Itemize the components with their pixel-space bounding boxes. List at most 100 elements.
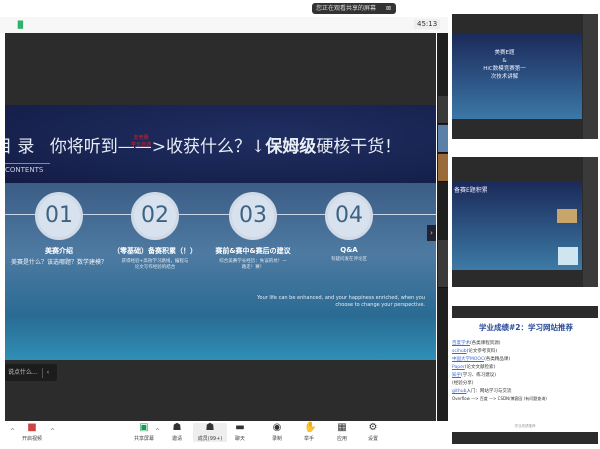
doc-line: Paper(论文文献检索) (452, 364, 495, 370)
settings-button[interactable]: ⚙ 设置 (356, 422, 390, 443)
doc-line: scihub(论文参考资料) (452, 348, 497, 354)
preview-strip (583, 157, 598, 287)
hand-icon: ✋ (304, 422, 317, 433)
notification-close-icon[interactable]: ⊠ (386, 5, 391, 12)
participant-thumb[interactable] (438, 96, 448, 124)
red-tag-line: 学长自述 (131, 142, 152, 148)
doc-text: (各类精品课) (484, 357, 511, 362)
agenda-number: 04 (325, 192, 373, 240)
signal-icon[interactable]: ▐▌ (15, 21, 26, 29)
doc-footer-bar (452, 432, 598, 444)
slide-title-main: 你将听到——>收获什么？↓ (49, 137, 266, 157)
notification-text: 您正在观看共享的屏幕 (316, 5, 377, 12)
doc-link[interactable]: Paper (452, 365, 465, 370)
members-icon: ☗ (205, 422, 215, 433)
doc-text: Overflow —> 百度 —> CSDN/博客园 (有问题查询) (452, 396, 547, 401)
mini-topbar (452, 5, 598, 12)
chat-placeholder[interactable]: 说点什么... (8, 369, 38, 376)
share-label: 共享屏幕 (133, 436, 154, 442)
doc-text: (各类课程资源) (470, 341, 501, 346)
preview-title-line: 次技术讲解 (490, 74, 519, 80)
slide-quote: Your life can be enhanced, and your happ… (257, 295, 425, 308)
agenda-title: Q&A (340, 246, 358, 254)
participant-thumb[interactable] (438, 154, 448, 182)
doc-line: github入门：网站学习与交流 (452, 388, 511, 394)
preview-title: 备赛E题积累 (454, 187, 488, 194)
doc-footer: 学业成绩推荐 (514, 424, 536, 428)
video-caret-icon[interactable]: ^ (50, 428, 55, 435)
raise-hand-button[interactable]: ✋ 举手 (292, 422, 326, 443)
preview-strip (583, 14, 598, 139)
invite-label: 邀请 (171, 436, 182, 442)
members-button[interactable]: ☗ 成员(99+) (193, 423, 227, 442)
agenda: 01 美赛介绍 美赛是什么？该选哪题？数学建模？ 02 （零基础）备赛积累（！） 获得经… (5, 183, 436, 303)
preview-title-line: 美赛E题 (494, 50, 515, 56)
preview-thumbnail-1[interactable]: 美赛E题 & HiC数模竞赛第一 次技术讲解 (452, 14, 598, 139)
doc-line: 中国大学MOOC(各类精品课) (452, 356, 510, 362)
chat-input-pill[interactable]: 说点什么... ‹ (5, 364, 57, 381)
preview-image (557, 209, 577, 223)
preview-title: 美赛E题 & HiC数模竞赛第一 次技术讲解 (477, 49, 532, 81)
doc-text: 入门：网站学习与交流 (466, 389, 512, 394)
video-label: 开启视频 (21, 436, 42, 442)
meeting-top-bar (0, 17, 448, 33)
gear-icon: ⚙ (368, 422, 378, 433)
screen-share-notification: 您正在观看共享的屏幕 ⊠ (312, 3, 396, 14)
preview-title-line: HiC数模竞赛第一 (483, 66, 526, 72)
participant-thumb[interactable] (438, 260, 448, 288)
doc-text: (论文文献检索) (464, 365, 496, 370)
chat-icon: ▬ (235, 422, 245, 433)
doc-link[interactable]: scihub (452, 349, 467, 354)
doc-line: 百度学术(各类课程资源) (452, 340, 501, 346)
doc-header-bar (452, 306, 598, 318)
doc-text: (学习、练习建议) (461, 373, 497, 378)
preview-image (558, 247, 578, 265)
doc-text: (论文参考资料) (466, 349, 498, 354)
doc-link[interactable]: 中国大学MOOC (452, 357, 484, 362)
next-page-arrow[interactable]: › (427, 225, 436, 241)
doc-text: (经验分享) (452, 381, 474, 386)
chat-label: 聊天 (234, 436, 245, 442)
agenda-subtitle: 有疑问发在评论区 (331, 257, 367, 262)
apps-icon: ▦ (337, 422, 347, 433)
record-icon: ◉ (272, 422, 282, 433)
participant-thumb[interactable] (438, 125, 448, 153)
participant-strip[interactable] (437, 33, 448, 421)
members-label: 成员(99+) (197, 436, 223, 442)
share-screen-icon: ▣ (139, 422, 149, 433)
slide-title-end: 硬核干货！ (316, 137, 402, 157)
doc-title: 学业成绩#2：学习网站推荐 (478, 323, 573, 332)
slide-title: 目 录 你将听到——>收获什么？↓保姆级硬核干货！ (5, 132, 401, 157)
apps-label: 应用 (336, 436, 347, 442)
slide-title-left: 目 录 (5, 137, 35, 157)
red-tag-line: 非竞赛 (133, 135, 149, 141)
contents-label: CONTENTS (5, 163, 50, 174)
settings-label: 设置 (367, 436, 378, 442)
red-annotation: 非竞赛 学长自述 (131, 135, 151, 149)
slide-title-bold: 保姆级 (265, 137, 317, 157)
agenda-number: 01 (35, 192, 83, 240)
preview-title-line: & (502, 58, 507, 64)
preview-toolbar (480, 142, 570, 148)
doc-link[interactable]: github (452, 389, 466, 394)
doc-link[interactable]: 百度学术 (452, 341, 470, 346)
doc-line: Overflow —> 百度 —> CSDN/博客园 (有问题查询) (452, 396, 547, 402)
invite-icon: ☗ (172, 422, 182, 433)
video-off-icon: ■ (27, 422, 37, 433)
doc-line: (经验分享) (452, 380, 474, 386)
record-button[interactable]: ◉ 录制 (260, 422, 294, 443)
meeting-timer: 45:13 (414, 19, 441, 29)
preview-thumbnail-2[interactable]: 备赛E题积累 (452, 157, 598, 287)
doc-line: 知乎(学习、练习建议) (452, 372, 496, 378)
invite-button[interactable]: ☗ 邀请 (160, 422, 194, 443)
video-button[interactable]: ■ 开启视频 (15, 422, 49, 443)
doc-link[interactable]: 知乎 (452, 373, 461, 378)
chat-button[interactable]: ▬ 聊天 (223, 422, 257, 443)
apps-button[interactable]: ▦ 应用 (325, 422, 359, 443)
raise-hand-label: 举手 (303, 436, 314, 442)
agenda-number: 03 (229, 192, 277, 240)
agenda-item: 04 Q&A 有疑问发在评论区 (289, 183, 409, 263)
agenda-number: 02 (131, 192, 179, 240)
collapse-chevron-icon[interactable]: ‹ (47, 369, 49, 376)
record-label: 录制 (271, 436, 282, 442)
